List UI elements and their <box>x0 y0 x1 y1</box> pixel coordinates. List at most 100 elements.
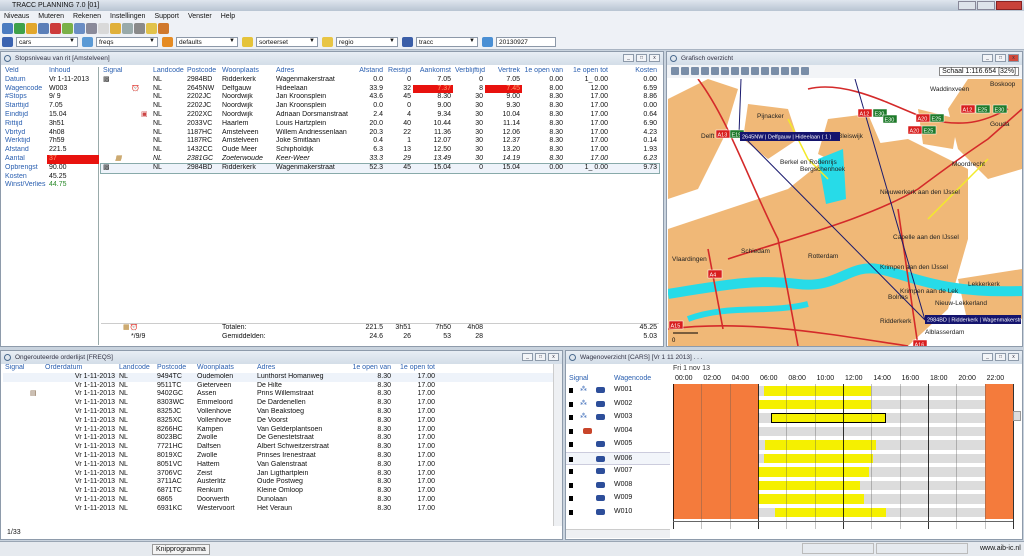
chevron-down-icon[interactable]: ▼ <box>69 38 75 44</box>
note-icon[interactable] <box>791 67 799 75</box>
column-header[interactable]: Adres <box>274 67 350 76</box>
minimize-button[interactable] <box>958 1 976 10</box>
maximize-button[interactable]: □ <box>636 54 647 62</box>
kv-row[interactable]: Datum Vr 1-11-2013 <box>3 76 99 85</box>
column-header[interactable]: Woonplaats <box>220 67 274 76</box>
menu-muteren[interactable]: Muteren <box>38 13 64 20</box>
van-icon[interactable] <box>781 67 789 75</box>
kv-row[interactable]: Eindtijd 15.04 <box>3 111 99 120</box>
stop-marker-label[interactable]: 2645NW | Delfgauw | Hideelaan ( 1 ) <box>740 132 840 141</box>
clipboard-button[interactable]: Knipprogramma <box>152 544 210 555</box>
vehicle-row[interactable]: W008 <box>566 479 670 493</box>
stop-row[interactable]: NL 1187RC Amstelveen Joke Smitlaan 0.4 1 12.07… <box>101 137 659 146</box>
column-header[interactable]: Postcode <box>155 364 195 373</box>
vehicle-row[interactable]: W006 <box>566 451 670 465</box>
monitor-icon[interactable] <box>701 67 709 75</box>
filter-select[interactable]: tracc ▼ <box>416 37 478 47</box>
vertical-scrollbar-thumb[interactable] <box>1013 411 1021 421</box>
copy-icon[interactable] <box>721 67 729 75</box>
orders-scrollbar[interactable] <box>553 364 562 526</box>
menu-niveaus[interactable]: Niveaus <box>4 13 29 20</box>
zoom-in-icon[interactable] <box>671 67 679 75</box>
kv-row[interactable]: Afstand 221.5 <box>3 146 99 155</box>
column-header[interactable]: 1e open tot <box>565 67 610 76</box>
kv-row[interactable]: Wagencode W003 <box>3 85 99 94</box>
order-row[interactable]: ▤ Vr 1-11-2013 NL 9402GC Assen Prins Willemst… <box>3 390 555 399</box>
toolbar-button-1[interactable] <box>2 23 13 34</box>
column-header[interactable]: Adres <box>255 364 341 373</box>
column-header[interactable]: Woonplaats <box>195 364 255 373</box>
toolbar-button-7[interactable] <box>74 23 85 34</box>
column-header[interactable]: Kosten <box>610 67 659 76</box>
menu-venster[interactable]: Venster <box>188 13 212 20</box>
column-header[interactable]: Landcode <box>117 364 155 373</box>
kv-row[interactable]: Aantal 37 <box>3 154 99 164</box>
order-row[interactable]: Vr 1-11-2013 NL 8303WC Emmeloord De Dardenel… <box>3 399 555 408</box>
vehicle-row[interactable]: W004 <box>566 425 670 439</box>
kv-row[interactable]: Rittijd 3h51 <box>3 120 99 129</box>
stop-row[interactable]: NL 2033VC Haarlem Louis Hartzplein 20.0 40 10.… <box>101 120 659 129</box>
order-row[interactable]: Vr 1-11-2013 NL 6865 Doorwerth Dunolaan 8.30 1… <box>3 496 555 505</box>
filter-select[interactable]: sorteerset ▼ <box>256 37 318 47</box>
kv-row[interactable]: Werktijd 7h59 <box>3 137 99 146</box>
order-row[interactable]: Vr 1-11-2013 NL 8266HC Kampen Van Gelderplan… <box>3 426 555 435</box>
vehicle-row[interactable]: W007 <box>566 465 670 479</box>
column-header[interactable]: Afstand <box>350 67 385 76</box>
trip-bar[interactable] <box>765 440 876 450</box>
stop-row[interactable]: NL 1432CC Oude Meer Schipholdijk 6.3 13 12.50 3… <box>101 146 659 155</box>
vehicle-row[interactable]: W009 <box>566 492 670 506</box>
order-row[interactable]: Vr 1-11-2013 NL 8019XC Zwolle Prinses Irenes… <box>3 452 555 461</box>
vehicle-row[interactable]: ⁂ W003 <box>566 411 670 425</box>
column-header[interactable]: Signal <box>101 67 151 76</box>
minimize-button[interactable]: _ <box>982 353 993 361</box>
horizontal-scrollbar[interactable] <box>566 529 670 538</box>
toolbar-button-3[interactable] <box>26 23 37 34</box>
maximize-button[interactable]: □ <box>535 353 546 361</box>
stop-row[interactable]: ▣ NL 2202XC Noordwijk Adriaan Dorsmanstraat 2… <box>101 111 659 120</box>
column-header[interactable]: Orderdatum <box>43 364 117 373</box>
menu-instellingen[interactable]: Instellingen <box>110 13 145 20</box>
order-row[interactable]: Vr 1-11-2013 NL 7721HC Dalfsen Albert Schwei… <box>3 443 555 452</box>
moon-icon[interactable] <box>741 67 749 75</box>
stop-row[interactable]: NL 1187HC Amstelveen Willem Andriessenlaan 2… <box>101 129 659 138</box>
trip-bar[interactable] <box>763 453 873 463</box>
vehicle-row[interactable]: ⁂ W001 <box>566 384 670 398</box>
page-icon[interactable] <box>711 67 719 75</box>
column-header[interactable]: Landcode <box>151 67 185 76</box>
maximize-button[interactable] <box>977 1 995 10</box>
zoom-out-icon[interactable] <box>681 67 689 75</box>
kv-row[interactable]: Vbrtyd 4h08 <box>3 129 99 138</box>
warehouse-icon[interactable] <box>771 67 779 75</box>
toolbar-button-14[interactable] <box>158 23 169 34</box>
filter-select[interactable]: defaults ▼ <box>176 37 238 47</box>
kv-row[interactable]: Kosten 45.25 <box>3 173 99 182</box>
chevron-down-icon[interactable]: ▼ <box>149 38 155 44</box>
chevron-down-icon[interactable]: ▼ <box>309 38 315 44</box>
trip-bar[interactable] <box>763 386 872 396</box>
stop-row[interactable]: NL 2202JC Noordwijk Jan Kroonsplein 43.6 45 8.… <box>101 93 659 102</box>
filter-select[interactable]: 20130927 <box>496 37 556 47</box>
column-header[interactable]: Signal <box>3 364 43 373</box>
column-header[interactable]: 1e open tot <box>393 364 437 373</box>
column-header[interactable]: Postcode <box>185 67 220 76</box>
print-icon[interactable] <box>801 67 809 75</box>
toolbar-button-12[interactable] <box>134 23 145 34</box>
column-header[interactable]: 1e open van <box>522 67 565 76</box>
order-row[interactable]: Vr 1-11-2013 NL 8051VC Hattem Van Galenstraa… <box>3 461 555 470</box>
column-header[interactable]: Aankomst <box>413 67 453 76</box>
order-row[interactable]: Vr 1-11-2013 NL 6871TC Renkum Kleine Omloop 8… <box>3 487 555 496</box>
filter-select[interactable]: freqs ▼ <box>96 37 158 47</box>
toolbar-button-9[interactable] <box>98 23 109 34</box>
trip-bar[interactable] <box>758 494 865 504</box>
order-row[interactable]: Vr 1-11-2013 NL 9511TC Gieterveen De Hilte 8.… <box>3 382 555 391</box>
chevron-down-icon[interactable]: ▼ <box>469 38 475 44</box>
trip-bar[interactable] <box>770 413 886 423</box>
stop-row[interactable]: ⏰ NL 2645NW Delfgauw Hideelaan 33.9 32 7.37 8 7.4… <box>101 84 659 94</box>
pan-icon[interactable] <box>691 67 699 75</box>
menu-help[interactable]: Help <box>221 13 235 20</box>
trip-bar[interactable] <box>758 467 869 477</box>
toolbar-button-13[interactable] <box>146 23 157 34</box>
close-button[interactable]: x <box>649 54 660 62</box>
menu-rekenen[interactable]: Rekenen <box>73 13 101 20</box>
route-icon[interactable] <box>751 67 759 75</box>
